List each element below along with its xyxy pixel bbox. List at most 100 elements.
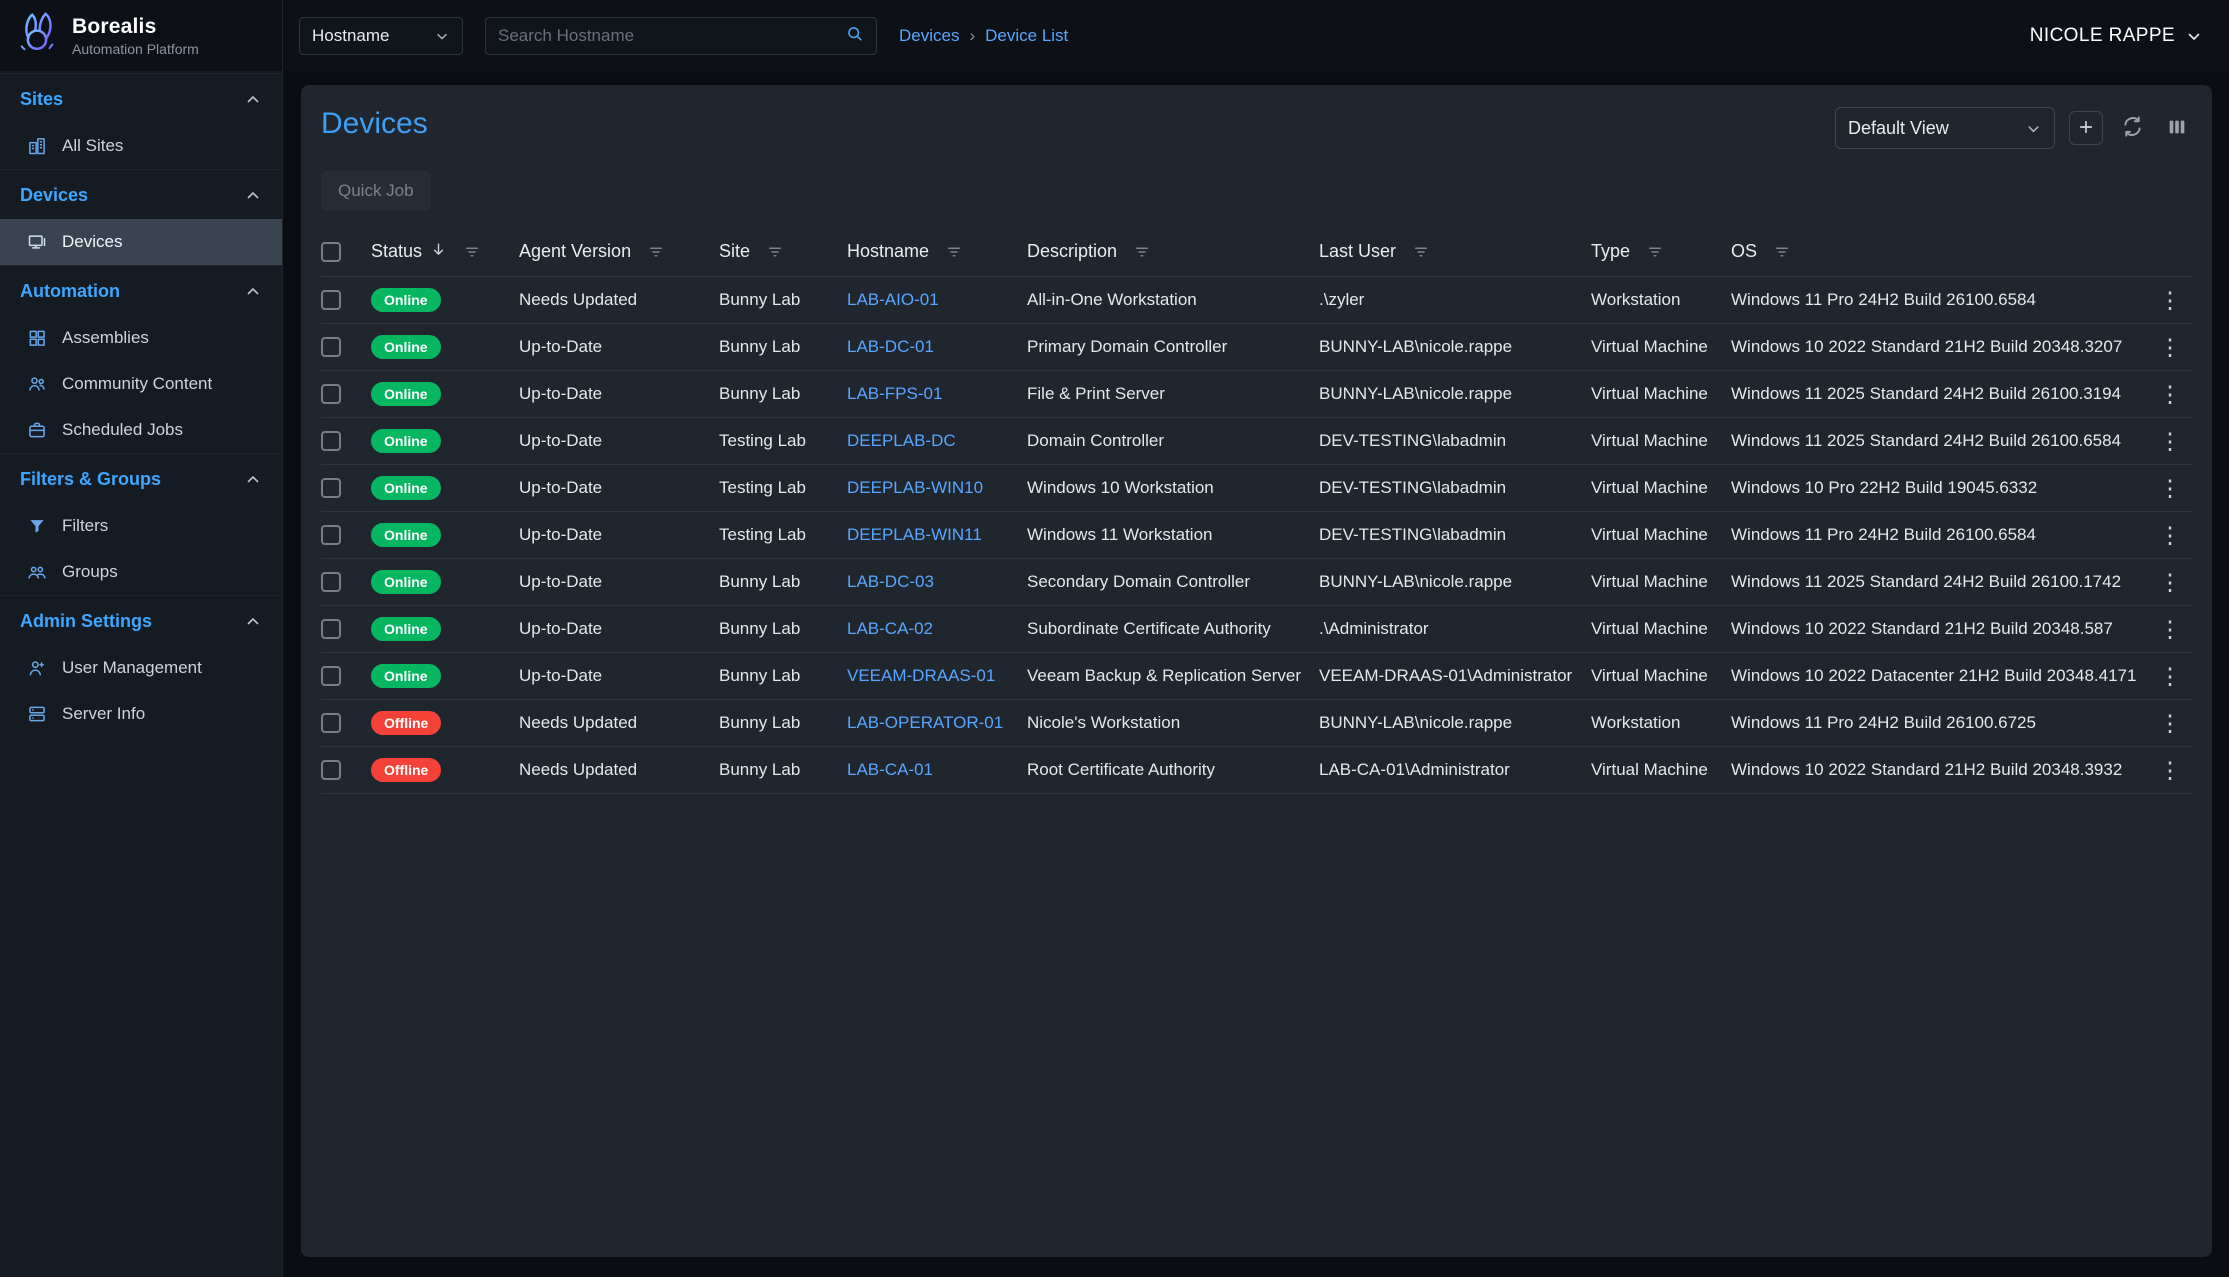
row-menu-button[interactable]: ⋮	[2153, 757, 2188, 784]
hostname-link[interactable]: VEEAM-DRAAS-01	[847, 666, 995, 685]
column-header-site[interactable]: Site	[719, 241, 847, 262]
search-input[interactable]	[498, 26, 845, 46]
add-view-button[interactable]	[2069, 111, 2103, 145]
search-field-selector[interactable]: Hostname	[299, 17, 463, 55]
column-header-status[interactable]: Status	[371, 241, 519, 263]
last-user-cell: VEEAM-DRAAS-01\Administrator	[1319, 666, 1591, 686]
refresh-button[interactable]	[2117, 111, 2148, 145]
row-checkbox[interactable]	[321, 760, 341, 780]
filter-icon[interactable]	[1773, 243, 1791, 261]
sidebar-section-header-devices[interactable]: Devices	[0, 170, 282, 219]
kebab-icon: ⋮	[2159, 569, 2182, 595]
brand-text: Borealis Automation Platform	[72, 15, 199, 57]
hostname-link[interactable]: LAB-DC-01	[847, 337, 934, 356]
search-field-value: Hostname	[312, 26, 389, 46]
column-header-description[interactable]: Description	[1027, 241, 1319, 262]
sidebar-item-devices[interactable]: Devices	[0, 219, 282, 265]
sidebar-item-scheduled-jobs[interactable]: Scheduled Jobs	[0, 407, 282, 453]
row-checkbox[interactable]	[321, 290, 341, 310]
sidebar-nav: Sites All Sites Devices Devices	[0, 71, 282, 1277]
hostname-link[interactable]: LAB-AIO-01	[847, 290, 939, 309]
hostname-link[interactable]: LAB-CA-01	[847, 760, 933, 779]
select-all-checkbox[interactable]	[321, 242, 341, 262]
column-header-agent-version[interactable]: Agent Version	[519, 241, 719, 262]
row-menu-button[interactable]: ⋮	[2153, 710, 2188, 737]
row-checkbox[interactable]	[321, 384, 341, 404]
row-menu-button[interactable]: ⋮	[2153, 663, 2188, 690]
quick-job-button[interactable]: Quick Job	[321, 171, 431, 211]
last-user-cell: BUNNY-LAB\nicole.rappe	[1319, 572, 1591, 592]
sidebar-section-header-filters-groups[interactable]: Filters & Groups	[0, 454, 282, 503]
row-menu-button[interactable]: ⋮	[2153, 616, 2188, 643]
row-checkbox[interactable]	[321, 572, 341, 592]
site-cell: Bunny Lab	[719, 384, 847, 404]
row-menu-button[interactable]: ⋮	[2153, 475, 2188, 502]
filter-icon[interactable]	[463, 243, 481, 261]
kebab-icon: ⋮	[2159, 522, 2182, 548]
column-header-os[interactable]: OS	[1731, 241, 2148, 262]
row-menu-button[interactable]: ⋮	[2153, 569, 2188, 596]
sidebar-section-header-automation[interactable]: Automation	[0, 266, 282, 315]
columns-button[interactable]	[2162, 112, 2192, 145]
row-menu-button[interactable]: ⋮	[2153, 381, 2188, 408]
agent-version-cell: Needs Updated	[519, 290, 719, 310]
row-checkbox[interactable]	[321, 666, 341, 686]
agent-version-cell: Up-to-Date	[519, 384, 719, 404]
row-checkbox[interactable]	[321, 619, 341, 639]
plus-icon	[2077, 118, 2095, 139]
column-header-type[interactable]: Type	[1591, 241, 1731, 262]
hostname-link[interactable]: LAB-FPS-01	[847, 384, 942, 403]
filter-icon[interactable]	[1412, 243, 1430, 261]
sidebar-item-filters[interactable]: Filters	[0, 503, 282, 549]
table-row: Online Up-to-Date Bunny Lab LAB-DC-03 Se…	[321, 559, 2192, 606]
column-label: Type	[1591, 241, 1630, 262]
chevron-up-icon	[244, 187, 262, 205]
sidebar-item-assemblies[interactable]: Assemblies	[0, 315, 282, 361]
filter-icon[interactable]	[945, 243, 963, 261]
site-cell: Testing Lab	[719, 431, 847, 451]
filter-icon[interactable]	[1133, 243, 1151, 261]
sidebar-section-automation: Automation Assemblies Community Content …	[0, 265, 282, 453]
sidebar-section-header-admin-settings[interactable]: Admin Settings	[0, 596, 282, 645]
row-checkbox[interactable]	[321, 713, 341, 733]
hostname-link[interactable]: DEEPLAB-DC	[847, 431, 956, 450]
breadcrumb-devices[interactable]: Devices	[899, 26, 959, 46]
borealis-logo-icon	[14, 10, 60, 61]
column-header-last-user[interactable]: Last User	[1319, 241, 1591, 262]
row-checkbox[interactable]	[321, 478, 341, 498]
row-checkbox[interactable]	[321, 337, 341, 357]
breadcrumb-device-list[interactable]: Device List	[985, 26, 1068, 46]
os-cell: Windows 11 Pro 24H2 Build 26100.6725	[1731, 713, 2148, 733]
column-header-hostname[interactable]: Hostname	[847, 241, 1027, 262]
row-menu-button[interactable]: ⋮	[2153, 287, 2188, 314]
description-cell: Windows 10 Workstation	[1027, 478, 1319, 498]
status-badge: Offline	[371, 758, 441, 782]
site-cell: Bunny Lab	[719, 713, 847, 733]
hostname-link[interactable]: LAB-CA-02	[847, 619, 933, 638]
view-selector[interactable]: Default View	[1835, 107, 2055, 149]
hostname-link[interactable]: DEEPLAB-WIN11	[847, 525, 982, 544]
sidebar-item-all-sites[interactable]: All Sites	[0, 123, 282, 169]
filter-icon[interactable]	[766, 243, 784, 261]
view-selector-value: Default View	[1848, 118, 1949, 139]
hostname-link[interactable]: LAB-OPERATOR-01	[847, 713, 1003, 732]
search-icon[interactable]	[845, 24, 864, 48]
row-menu-button[interactable]: ⋮	[2153, 334, 2188, 361]
chevron-up-icon	[244, 91, 262, 109]
sidebar-item-community-content[interactable]: Community Content	[0, 361, 282, 407]
row-checkbox[interactable]	[321, 431, 341, 451]
sidebar-item-groups[interactable]: Groups	[0, 549, 282, 595]
user-menu[interactable]: NICOLE RAPPE	[2030, 25, 2203, 47]
sidebar-section-header-sites[interactable]: Sites	[0, 74, 282, 123]
row-menu-button[interactable]: ⋮	[2153, 428, 2188, 455]
hostname-link[interactable]: LAB-DC-03	[847, 572, 934, 591]
status-badge: Online	[371, 288, 441, 312]
row-menu-button[interactable]: ⋮	[2153, 522, 2188, 549]
hostname-link[interactable]: DEEPLAB-WIN10	[847, 478, 983, 497]
sidebar-item-label: Assemblies	[62, 328, 149, 348]
filter-icon[interactable]	[1646, 243, 1664, 261]
sidebar-item-user-management[interactable]: User Management	[0, 645, 282, 691]
row-checkbox[interactable]	[321, 525, 341, 545]
sidebar-item-server-info[interactable]: Server Info	[0, 691, 282, 737]
filter-icon[interactable]	[647, 243, 665, 261]
